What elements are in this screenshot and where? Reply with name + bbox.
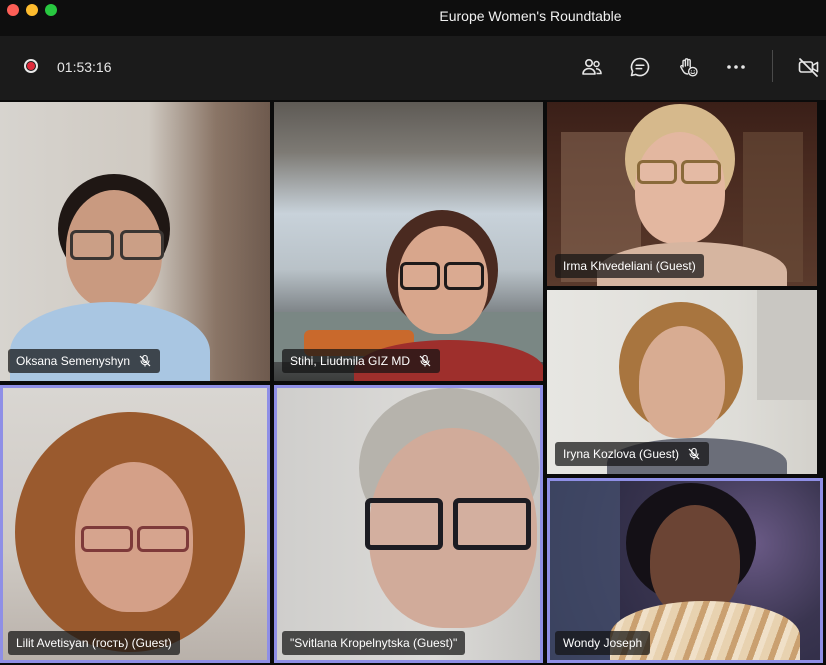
participants-icon [582,59,602,75]
raise-hand-button[interactable] [676,55,700,79]
raise-hand-icon [680,58,698,77]
video-tile-active-speaker[interactable]: "Svitlana Kropelnytska (Guest)" [274,385,543,663]
video-tile[interactable]: Iryna Kozlova (Guest) [547,290,817,474]
participant-name: Wondy Joseph [563,636,643,650]
meeting-timer: 01:53:16 [57,59,112,75]
participant-name: Iryna Kozlova (Guest) [563,447,680,461]
camera-off-icon [798,58,819,77]
video-feed [3,388,267,660]
camera-toggle-button[interactable] [797,55,821,79]
participant-name: Irma Khvedeliani (Guest) [563,259,696,273]
participant-name: "Svitlana Kropelnytska (Guest)" [290,636,458,650]
participant-name-tag: Lilit Avetisyan (гость) (Guest) [8,631,180,655]
video-feed [277,388,540,660]
participant-name: Oksana Semenyshyn [16,354,131,368]
participants-button[interactable] [580,55,604,79]
video-tile-active-speaker[interactable]: Wondy Joseph [547,478,823,663]
chat-button[interactable] [628,55,652,79]
participant-name-tag: "Svitlana Kropelnytska (Guest)" [282,631,466,655]
recording-indicator[interactable] [24,59,38,73]
title-bar: Europe Women's Roundtable [0,0,826,36]
mic-off-icon [418,354,432,368]
participant-name: Lilit Avetisyan (гость) (Guest) [16,636,172,650]
participant-name-tag: Wondy Joseph [555,631,651,655]
video-tile[interactable]: Irma Khvedeliani (Guest) [547,102,817,286]
record-dot-icon [27,62,35,70]
mic-off-icon [138,354,152,368]
participant-name: Stihi, Liudmila GIZ MD [290,354,411,368]
video-tile[interactable]: Stihi, Liudmila GIZ MD [274,102,543,381]
participant-name-tag: Stihi, Liudmila GIZ MD [282,349,441,373]
chat-icon [630,57,650,77]
meeting-toolbar: 01:53:16 [0,36,826,100]
mic-off-icon [687,447,701,461]
video-tile[interactable]: Oksana Semenyshyn [0,102,270,381]
more-options-icon [727,65,745,69]
more-options-button[interactable] [724,55,748,79]
video-feed [274,102,543,381]
participant-name-tag: Irma Khvedeliani (Guest) [555,254,704,278]
window-title: Europe Women's Roundtable [439,8,622,24]
video-feed [0,102,270,381]
toolbar-divider [772,50,773,82]
video-grid: Oksana Semenyshyn Stihi, Liudmila GIZ MD [0,100,826,665]
participant-name-tag: Oksana Semenyshyn [8,349,161,373]
video-tile-active-speaker[interactable]: Lilit Avetisyan (гость) (Guest) [0,385,270,663]
participant-name-tag: Iryna Kozlova (Guest) [555,442,710,466]
